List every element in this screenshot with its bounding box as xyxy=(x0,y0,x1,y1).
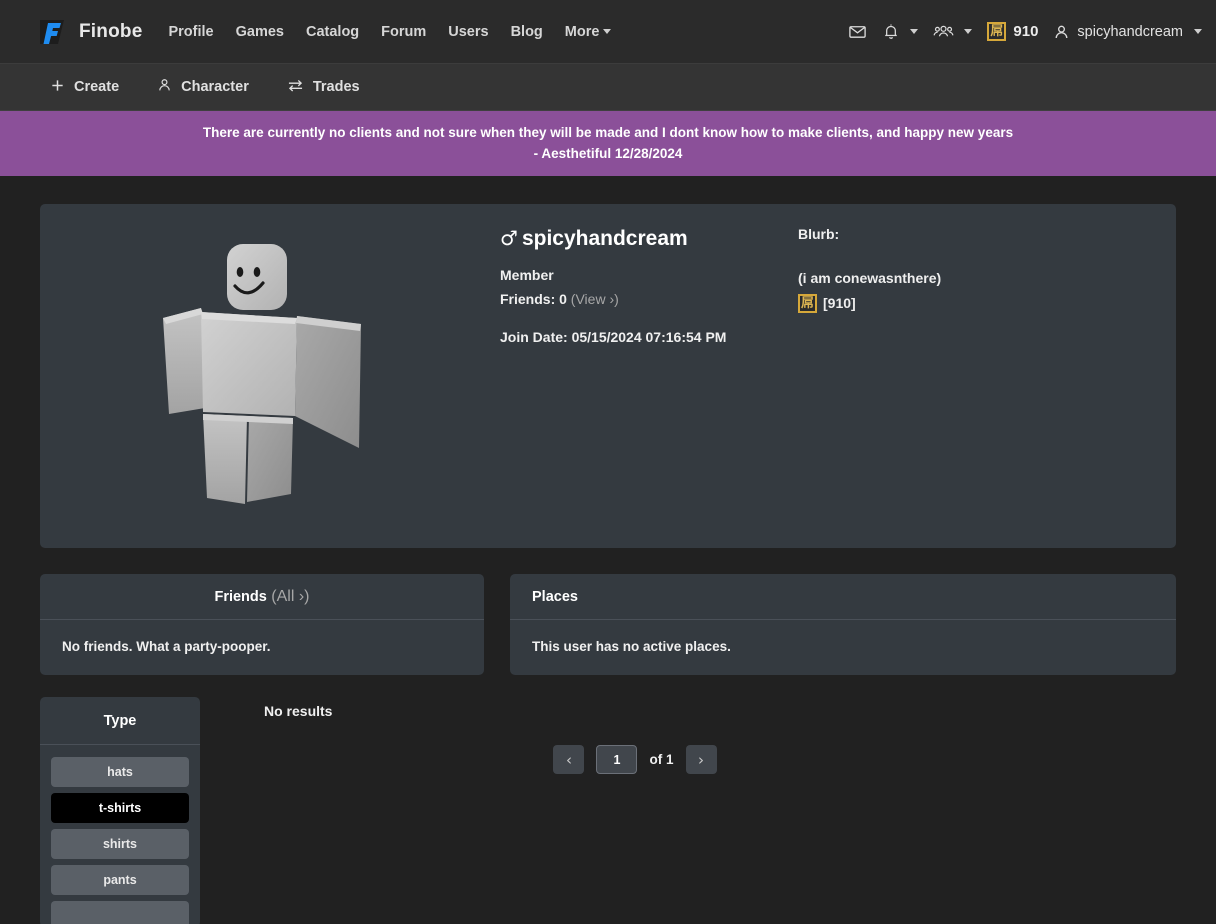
chevron-down-icon xyxy=(910,29,919,34)
blurb-currency-amount: [910] xyxy=(823,295,856,311)
nav-link-catalog[interactable]: Catalog xyxy=(306,24,359,40)
user-account-menu[interactable]: spicyhandcream xyxy=(1053,23,1202,41)
profile-card: ♂ spicyhandcream Member Friends: 0 (View … xyxy=(40,204,1176,548)
finobux-coin-icon: 屌 xyxy=(798,294,817,313)
page-number-input[interactable] xyxy=(596,745,638,774)
type-panel-header: Type xyxy=(40,697,200,745)
profile-info-column: ♂ spicyhandcream Member Friends: 0 (View … xyxy=(500,204,1176,548)
avatar-character-render xyxy=(145,236,395,516)
chevron-down-icon xyxy=(1194,29,1202,34)
friends-panel: Friends (All ›) No friends. What a party… xyxy=(40,574,484,675)
profile-panels-row: Friends (All ›) No friends. What a party… xyxy=(40,574,1176,675)
type-filter-pants[interactable]: pants xyxy=(51,865,189,895)
profile-friends-row: Friends: 0 (View ›) xyxy=(500,291,798,307)
view-friends-link[interactable]: (View ›) xyxy=(571,291,619,307)
chevron-right-icon[interactable]: › xyxy=(685,745,717,774)
profile-friends-count: Friends: 0 xyxy=(500,291,567,307)
navbar-right-group: 屌 910 spicyhandcream xyxy=(848,22,1202,41)
people-icon xyxy=(933,22,954,41)
type-filter-panel: Type hats t-shirts shirts pants xyxy=(40,697,200,924)
profile-rank: Member xyxy=(500,267,554,283)
nav-link-blog[interactable]: Blog xyxy=(511,24,543,40)
brand-name: Finobe xyxy=(79,20,143,42)
subnav-item-trades[interactable]: Trades xyxy=(287,78,360,97)
subnav-item-create[interactable]: Create xyxy=(50,78,119,97)
type-filter-tshirts[interactable]: t-shirts xyxy=(51,793,189,823)
exchange-arrows-icon xyxy=(287,78,304,97)
pagination: ‹ of 1 › xyxy=(222,745,1176,774)
type-filter-list: hats t-shirts shirts pants xyxy=(40,745,200,924)
notifications-menu[interactable] xyxy=(882,22,919,41)
places-panel: Places This user has no active places. xyxy=(510,574,1176,675)
profile-info-main: ♂ spicyhandcream Member Friends: 0 (View … xyxy=(500,226,798,548)
inventory-section: Type hats t-shirts shirts pants No resul… xyxy=(40,697,1176,924)
friends-panel-empty-text: No friends. What a party-pooper. xyxy=(62,639,271,654)
nav-link-more-label: More xyxy=(564,23,600,40)
places-panel-header: Places xyxy=(510,574,1176,620)
blurb-label: Blurb: xyxy=(798,226,840,242)
profile-blurb-column: Blurb: (i am conewasnthere) 屌 [910] xyxy=(798,226,941,548)
results-column: No results ‹ of 1 › xyxy=(222,697,1176,924)
subnav-item-trades-label: Trades xyxy=(312,79,360,95)
subnav-item-create-label: Create xyxy=(74,79,120,95)
nav-link-games[interactable]: Games xyxy=(236,24,284,40)
plus-icon xyxy=(50,78,65,97)
avatar-column xyxy=(40,204,500,548)
announcement-line-2: - Aesthetiful 12/28/2024 xyxy=(533,146,683,161)
announcement-banner: There are currently no clients and not s… xyxy=(0,111,1216,176)
type-panel-title: Type xyxy=(103,712,137,729)
places-panel-title: Places xyxy=(532,588,578,605)
page-title: ♂ spicyhandcream xyxy=(500,226,798,251)
secondary-navbar: Create Character Trades xyxy=(0,64,1216,111)
type-filter-shirts[interactable]: shirts xyxy=(51,829,189,859)
friends-panel-title: Friends xyxy=(214,588,267,605)
currency-balance[interactable]: 屌 910 xyxy=(987,22,1038,41)
gender-male-icon: ♂ xyxy=(500,226,518,250)
friends-all-link[interactable]: (All ›) xyxy=(271,588,309,606)
brand-home-link[interactable]: Finobe xyxy=(38,17,142,47)
subnav-item-character-label: Character xyxy=(181,79,249,95)
top-navbar: Finobe Profile Games Catalog Forum Users… xyxy=(0,0,1216,64)
chevron-down-icon xyxy=(603,29,612,35)
announcement-line-1: There are currently no clients and not s… xyxy=(202,125,1014,140)
user-icon xyxy=(1053,23,1070,41)
primary-nav: Profile Games Catalog Forum Users Blog M… xyxy=(168,24,612,40)
profile-join-date: Join Date: 05/15/2024 07:16:54 PM xyxy=(500,329,727,345)
type-filter-next[interactable] xyxy=(51,901,189,924)
currency-amount: 910 xyxy=(1013,23,1039,40)
finobux-coin-icon: 屌 xyxy=(987,22,1007,41)
nav-link-profile[interactable]: Profile xyxy=(168,24,213,40)
page-content: ♂ spicyhandcream Member Friends: 0 (View … xyxy=(0,176,1216,924)
nav-link-users[interactable]: Users xyxy=(448,24,488,40)
nav-link-more[interactable]: More xyxy=(565,24,612,40)
subnav-item-character[interactable]: Character xyxy=(157,77,249,97)
chevron-left-icon[interactable]: ‹ xyxy=(553,745,585,774)
chevron-down-icon xyxy=(964,29,973,34)
nav-link-forum[interactable]: Forum xyxy=(381,24,426,40)
bell-icon xyxy=(882,22,900,41)
profile-username: spicyhandcream xyxy=(521,227,688,250)
page-total-label: of 1 xyxy=(649,752,674,767)
blurb-text: (i am conewasnthere) xyxy=(798,270,942,286)
envelope-icon[interactable] xyxy=(848,22,867,41)
user-account-name: spicyhandcream xyxy=(1077,23,1183,40)
friends-menu[interactable] xyxy=(933,22,973,41)
type-filter-hats[interactable]: hats xyxy=(51,757,189,787)
blurb-currency-row: 屌 [910] xyxy=(798,293,941,314)
no-results-text: No results xyxy=(264,703,333,719)
finobe-logo-icon xyxy=(38,17,68,47)
person-icon xyxy=(157,77,172,97)
friends-panel-header: Friends (All ›) xyxy=(40,574,484,620)
places-panel-empty-text: This user has no active places. xyxy=(532,639,731,654)
